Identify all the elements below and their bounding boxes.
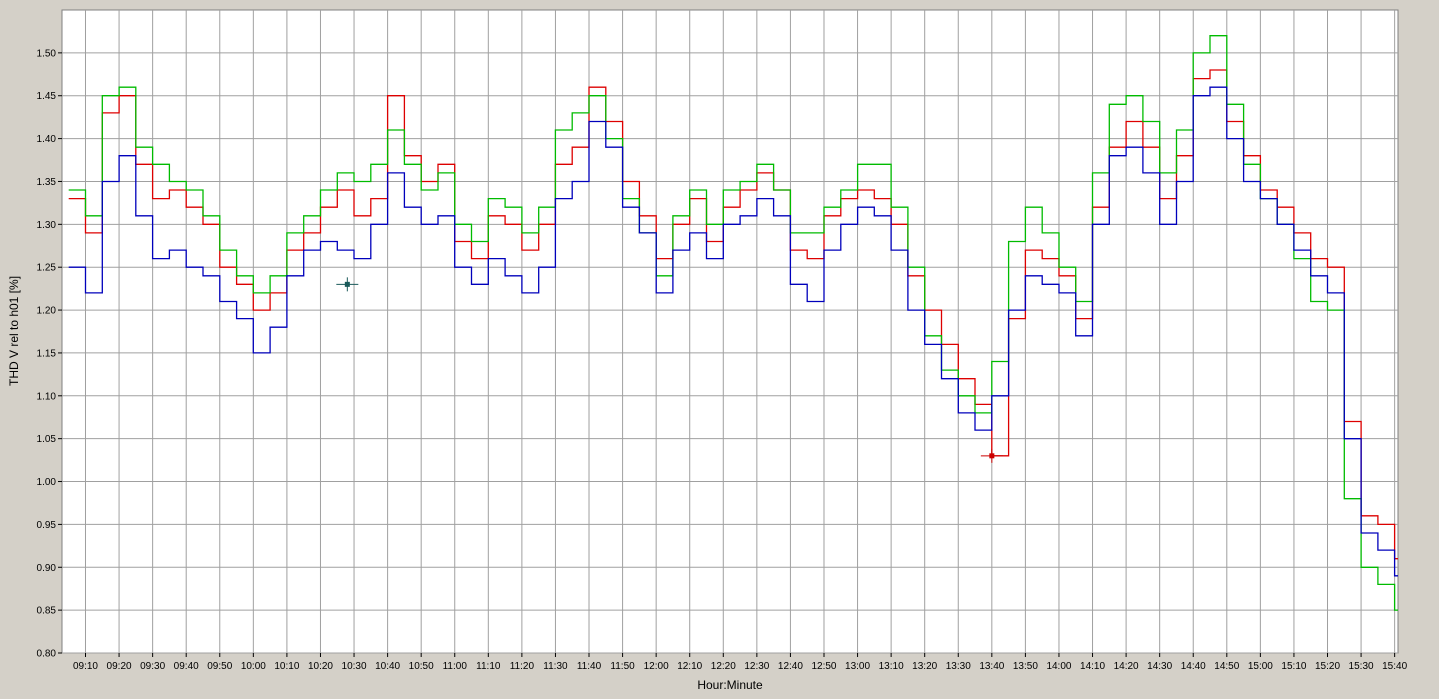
x-tick-label: 12:00 <box>644 661 669 672</box>
y-tick-label: 1.10 <box>37 391 57 402</box>
x-tick-label: 14:50 <box>1214 661 1239 672</box>
x-tick-label: 13:50 <box>1013 661 1038 672</box>
x-tick-label: 14:00 <box>1046 661 1071 672</box>
x-tick-label: 15:00 <box>1248 661 1273 672</box>
x-tick-label: 10:30 <box>342 661 367 672</box>
cursor-marker-1[interactable] <box>344 281 350 287</box>
cursor-marker-2[interactable] <box>989 453 995 459</box>
y-tick-label: 1.20 <box>37 306 57 317</box>
x-tick-label: 12:20 <box>711 661 736 672</box>
x-tick-label: 10:10 <box>274 661 299 672</box>
x-tick-label: 13:40 <box>979 661 1004 672</box>
x-axis-title: Hour:Minute <box>697 678 763 692</box>
x-tick-label: 10:50 <box>409 661 434 672</box>
x-tick-label: 14:40 <box>1181 661 1206 672</box>
x-tick-label: 11:50 <box>610 661 635 672</box>
y-tick-label: 0.80 <box>37 649 57 660</box>
x-tick-label: 15:10 <box>1281 661 1306 672</box>
x-tick-label: 13:20 <box>912 661 937 672</box>
x-tick-label: 12:50 <box>811 661 836 672</box>
x-tick-label: 13:30 <box>946 661 971 672</box>
plot-background <box>61 9 1399 654</box>
x-tick-label: 13:00 <box>845 661 870 672</box>
y-tick-label: 1.15 <box>37 348 57 359</box>
x-tick-label: 09:50 <box>207 661 232 672</box>
y-tick-label: 1.25 <box>37 263 57 274</box>
x-tick-label: 10:20 <box>308 661 333 672</box>
y-tick-label: 1.45 <box>37 91 57 102</box>
y-tick-label: 1.00 <box>37 477 57 488</box>
x-tick-label: 14:20 <box>1114 661 1139 672</box>
x-tick-label: 09:20 <box>107 661 132 672</box>
x-tick-label: 15:40 <box>1382 661 1407 672</box>
x-tick-label: 11:40 <box>577 661 602 672</box>
x-tick-label: 14:10 <box>1080 661 1105 672</box>
y-tick-label: 1.05 <box>37 434 57 445</box>
y-tick-label: 1.30 <box>37 220 57 231</box>
x-tick-label: 09:10 <box>73 661 98 672</box>
x-tick-label: 10:00 <box>241 661 266 672</box>
x-tick-label: 11:30 <box>543 661 568 672</box>
y-tick-label: 1.50 <box>37 48 57 59</box>
x-tick-label: 13:10 <box>879 661 904 672</box>
x-tick-label: 12:30 <box>744 661 769 672</box>
y-tick-label: 0.85 <box>37 606 57 617</box>
y-tick-label: 0.95 <box>37 520 57 531</box>
y-tick-labels: 0.80 0.85 0.90 0.95 1.00 1.05 1.10 1.15 1.20 1.25… <box>37 48 57 659</box>
x-tick-label: 11:20 <box>510 661 535 672</box>
x-tick-label: 11:10 <box>476 661 501 672</box>
x-tick-label: 12:40 <box>778 661 803 672</box>
x-tick-label: 11:00 <box>443 661 468 672</box>
x-tick-labels: 09:10 09:20 09:30 09:40 09:50 10:00 10:10 10:20… <box>73 661 1408 672</box>
x-tick-label: 10:40 <box>375 661 400 672</box>
x-tick-label: 15:20 <box>1315 661 1340 672</box>
y-tick-label: 1.35 <box>37 177 57 188</box>
x-tick-label: 12:10 <box>677 661 702 672</box>
y-tick-label: 0.90 <box>37 563 57 574</box>
y-tick-label: 1.40 <box>37 134 57 145</box>
x-tick-label: 09:40 <box>174 661 199 672</box>
x-tick-label: 14:30 <box>1147 661 1172 672</box>
thd-chart: 0.80 0.85 0.90 0.95 1.00 1.05 1.10 1.15 1.20 1.25… <box>7 9 1408 692</box>
x-tick-label: 09:30 <box>140 661 165 672</box>
x-tick-label: 15:30 <box>1349 661 1374 672</box>
y-axis-title: THD V rel to h01 [%] <box>7 276 21 386</box>
